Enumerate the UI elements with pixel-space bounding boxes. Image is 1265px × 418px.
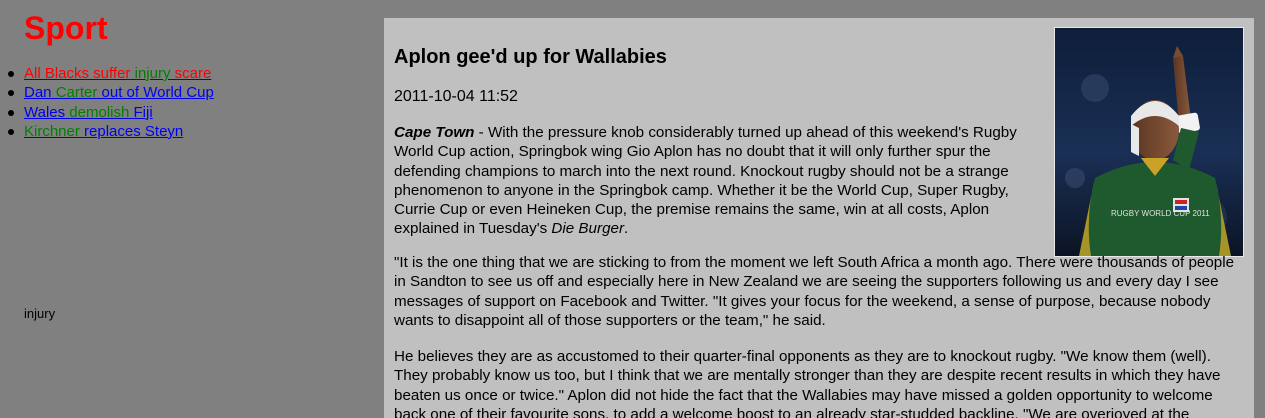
headline-keyword: Kirchner — [24, 122, 80, 140]
article-paragraph-2: "It is the one thing that we are stickin… — [394, 254, 1235, 329]
headline-part: replaces Steyn — [79, 122, 184, 140]
article-date: 2011-10-04 11:52 — [394, 88, 518, 105]
headline-item: All Blacks suffer injury scare — [8, 64, 214, 83]
headline-part: scare — [170, 65, 212, 82]
player-photo-image: RUGBY WORLD CUP 2011 — [1055, 28, 1243, 256]
headline-list: All Blacks suffer injury scare Dan Carte… — [8, 64, 214, 141]
headline-part: out of World Cup — [97, 84, 214, 102]
headline-item: Kirchner replaces Steyn — [8, 122, 214, 141]
headline-part: Fiji — [129, 103, 153, 121]
dateline: Cape Town — [394, 124, 475, 141]
article-paragraph-1: Cape Town - With the pressure knob consi… — [394, 123, 1046, 239]
article-paragraph-3: He believes they are as accustomed to th… — [394, 348, 1221, 418]
headline-item: Wales demolish Fiji — [8, 103, 214, 122]
headline-keyword: demolish — [65, 103, 130, 121]
tag-label: injury — [24, 306, 56, 321]
jersey-logo-text: RUGBY WORLD CUP 2011 — [1111, 209, 1210, 218]
headline-part: All Blacks suffer — [24, 65, 131, 82]
headline-link-kirchner[interactable]: Kirchner replaces Steyn — [24, 123, 183, 140]
article-panel: RUGBY WORLD CUP 2011 Aplon gee'd up for … — [384, 18, 1254, 418]
headline-item: Dan Carter out of World Cup — [8, 83, 214, 102]
paragraph-text: - With the pressure knob considerably tu… — [394, 124, 1017, 238]
headline-link-wales[interactable]: Wales demolish Fiji — [24, 104, 153, 121]
paragraph-text: . — [624, 220, 629, 238]
headline-part: Dan — [24, 84, 52, 102]
headline-keyword: injury — [130, 65, 171, 82]
article-photo: RUGBY WORLD CUP 2011 — [1054, 27, 1244, 257]
sidebar: Sport All Blacks suffer injury scare Dan… — [0, 0, 380, 411]
headline-keyword: Carter — [51, 84, 98, 102]
site-title: Sport — [24, 10, 108, 46]
article-title: Aplon gee'd up for Wallabies — [394, 46, 667, 68]
source-name: Die Burger — [551, 220, 625, 238]
headline-link-all-blacks[interactable]: All Blacks suffer injury scare — [24, 65, 211, 82]
headline-part: Wales — [24, 103, 66, 121]
headline-link-dan-carter[interactable]: Dan Carter out of World Cup — [24, 84, 214, 101]
